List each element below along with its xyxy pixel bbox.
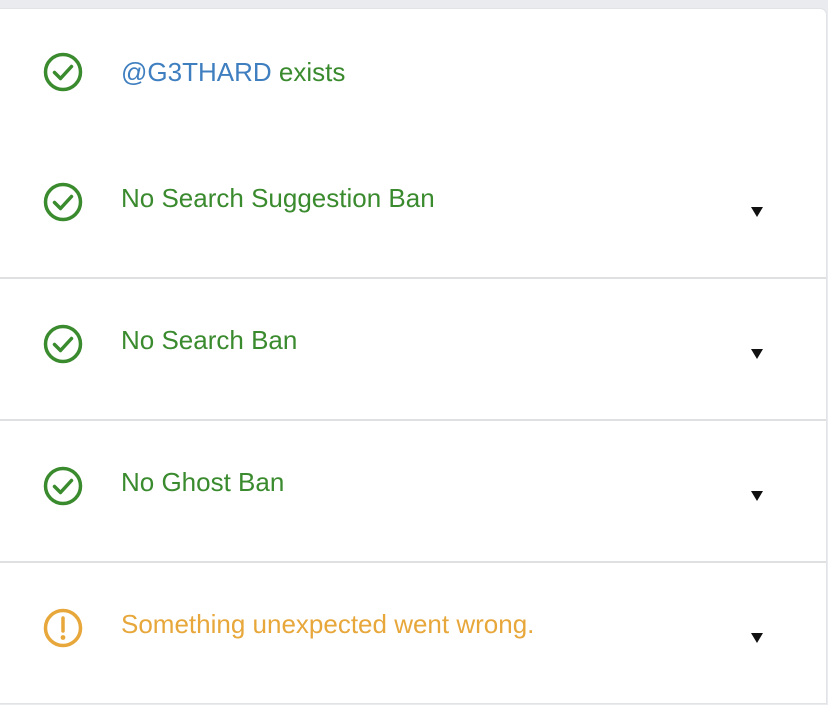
expand-caret-icon[interactable] xyxy=(748,488,766,504)
check-circle-icon xyxy=(43,182,83,222)
check-circle-icon xyxy=(43,324,83,364)
check-circle-icon xyxy=(43,52,83,92)
search-suggestion-ban-label: No Search Suggestion Ban xyxy=(121,183,435,213)
exists-text: exists xyxy=(271,57,346,87)
expand-caret-icon[interactable] xyxy=(748,346,766,362)
account-exists-label: @G3THARD exists xyxy=(121,56,345,88)
expand-caret-icon[interactable] xyxy=(748,204,766,220)
expand-caret-icon[interactable] xyxy=(748,630,766,646)
exclamation-circle-icon xyxy=(43,608,83,648)
results-card: @G3THARD exists No Search Suggestion Ban… xyxy=(0,9,826,703)
row-search-ban[interactable]: No Search Ban xyxy=(0,277,826,419)
ghost-ban-label: No Ghost Ban xyxy=(121,467,285,497)
row-search-suggestion-ban[interactable]: No Search Suggestion Ban xyxy=(0,137,826,277)
row-ghost-ban[interactable]: No Ghost Ban xyxy=(0,419,826,561)
error-message-label: Something unexpected went wrong. xyxy=(121,609,535,639)
row-account-exists: @G3THARD exists xyxy=(0,9,826,137)
account-handle-link[interactable]: @G3THARD xyxy=(121,57,272,87)
row-reply-deboosting[interactable]: Something unexpected went wrong. xyxy=(0,561,826,703)
check-circle-icon xyxy=(43,466,83,506)
search-ban-label: No Search Ban xyxy=(121,325,298,355)
